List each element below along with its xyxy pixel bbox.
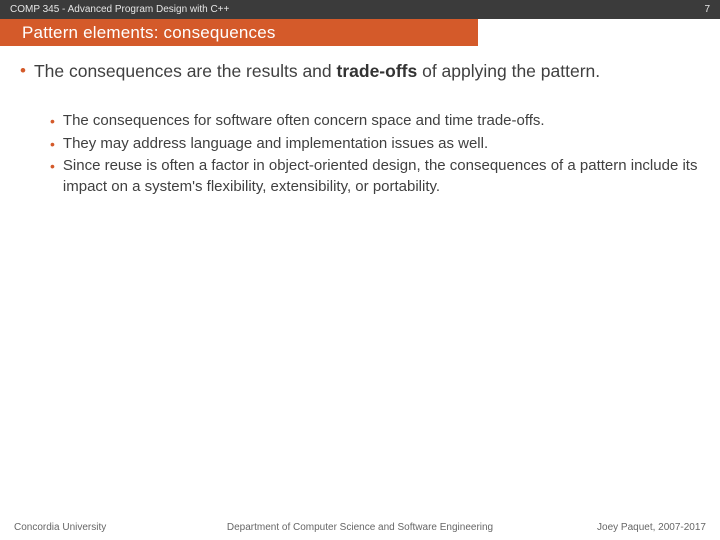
main-post: of applying the pattern. (417, 61, 600, 81)
sub-bullet: • Since reuse is often a factor in objec… (50, 156, 700, 197)
footer: Concordia University Department of Compu… (0, 520, 720, 540)
top-bar: COMP 345 - Advanced Program Design with … (0, 0, 720, 19)
course-label: COMP 345 - Advanced Program Design with … (10, 4, 229, 15)
sub-bullet-list: • The consequences for software often co… (20, 111, 700, 198)
footer-right: Joey Paquet, 2007-2017 (597, 522, 706, 533)
sub-bullet-text: They may address language and implementa… (63, 134, 488, 155)
main-pre: The consequences are the results and (34, 61, 337, 81)
main-bullet-text: The consequences are the results and tra… (34, 60, 600, 83)
page-number: 7 (704, 4, 710, 15)
main-strong: trade-offs (337, 61, 418, 81)
sub-bullet: • The consequences for software often co… (50, 111, 700, 132)
bullet-icon: • (20, 60, 26, 83)
main-bullet: • The consequences are the results and t… (20, 60, 700, 83)
slide-content: • The consequences are the results and t… (0, 46, 720, 198)
slide-title: Pattern elements: consequences (22, 23, 276, 43)
sub-bullet: • They may address language and implemen… (50, 134, 700, 155)
sub-bullet-text: The consequences for software often conc… (63, 111, 545, 132)
sub-bullet-text: Since reuse is often a factor in object-… (63, 156, 700, 197)
bullet-icon: • (50, 111, 55, 132)
slide-title-bar: Pattern elements: consequences (0, 19, 478, 46)
bullet-icon: • (50, 134, 55, 155)
footer-left: Concordia University (14, 522, 106, 533)
bullet-icon: • (50, 156, 55, 197)
